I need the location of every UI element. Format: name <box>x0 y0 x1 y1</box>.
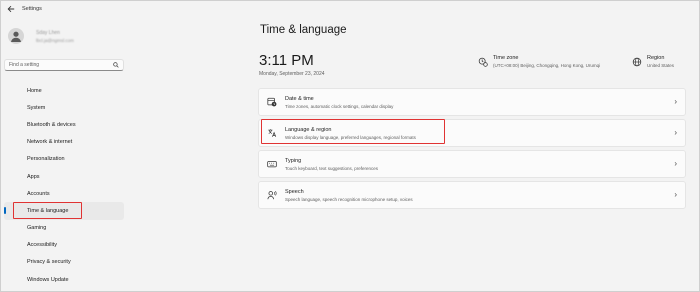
card-description: Speech language, speech recognition micr… <box>285 196 413 202</box>
nav-list: Home System Bluetooth & devices Network … <box>0 82 130 288</box>
back-button[interactable] <box>4 2 18 16</box>
sidebar-item-windows-update[interactable]: Windows Update <box>4 271 124 288</box>
user-profile[interactable]: Sday Lhen lbcl.ja@ngmsl.com <box>8 28 74 44</box>
window-title: Settings <box>22 6 42 12</box>
search-placeholder: Find a setting <box>9 62 40 68</box>
sidebar: Sday Lhen lbcl.ja@ngmsl.com Find a setti… <box>0 22 130 292</box>
card-typing[interactable]: Typing Touch keyboard, text suggestions,… <box>258 150 686 178</box>
sidebar-item-label: Home <box>27 87 42 94</box>
sidebar-item-label: Network & internet <box>27 139 73 146</box>
sidebar-item-home[interactable]: Home <box>4 82 124 99</box>
globe-icon <box>632 57 642 67</box>
card-speech[interactable]: Speech Speech language, speech recogniti… <box>258 181 686 209</box>
card-description: Touch keyboard, text suggestions, prefer… <box>285 165 379 171</box>
region-value: United States <box>647 63 675 68</box>
current-date: Monday, September 23, 2024 <box>259 71 325 77</box>
chevron-right-icon: › <box>674 159 677 168</box>
sidebar-item-gaming[interactable]: Gaming <box>4 220 124 237</box>
back-arrow-icon <box>7 5 15 13</box>
person-icon <box>11 31 21 42</box>
sidebar-item-system[interactable]: System <box>4 99 124 116</box>
clock-icon <box>267 97 277 107</box>
sidebar-item-label: Privacy & security <box>27 259 71 266</box>
chevron-right-icon: › <box>674 128 677 137</box>
card-title: Speech <box>285 188 304 195</box>
time-zone-icon <box>478 57 488 67</box>
time-zone-info: Time zone (UTC+08:00) Beijing, Chongqing… <box>478 55 600 68</box>
current-time: 3:11 PM <box>259 52 314 69</box>
sidebar-item-bluetooth-devices[interactable]: Bluetooth & devices <box>4 116 124 133</box>
chevron-right-icon: › <box>674 190 677 199</box>
sidebar-item-label: Windows Update <box>27 276 69 283</box>
user-email: lbcl.ja@ngmsl.com <box>36 37 74 43</box>
sidebar-item-label: Accessibility <box>27 242 57 249</box>
card-title: Typing <box>285 157 302 164</box>
sidebar-item-personalization[interactable]: Personalization <box>4 151 124 168</box>
highlight-box-nav <box>13 202 82 219</box>
highlight-box-card <box>261 119 445 144</box>
title-bar: Settings <box>0 0 700 18</box>
speech-icon <box>267 190 277 200</box>
sidebar-item-label: Personalization <box>27 156 65 163</box>
card-title: Date & time <box>285 95 314 102</box>
card-description: Time zones, automatic clock settings, ca… <box>285 103 394 109</box>
region-label: Region <box>647 55 665 61</box>
region-info: Region United States <box>632 55 674 68</box>
sidebar-item-accessibility[interactable]: Accessibility <box>4 237 124 254</box>
sidebar-item-label: Accounts <box>27 190 50 197</box>
sidebar-item-apps[interactable]: Apps <box>4 168 124 185</box>
search-icon <box>113 62 119 68</box>
time-zone-value: (UTC+08:00) Beijing, Chongqing, Hong Kon… <box>493 63 601 68</box>
avatar <box>8 28 24 44</box>
sidebar-item-label: System <box>27 104 46 111</box>
search-input[interactable]: Find a setting <box>4 59 124 71</box>
page-title: Time & language <box>260 24 347 36</box>
sidebar-item-label: Gaming <box>27 225 47 232</box>
settings-cards: Date & time Time zones, automatic clock … <box>258 88 686 212</box>
user-name: Sday Lhen <box>36 29 60 36</box>
sidebar-item-accounts[interactable]: Accounts <box>4 185 124 202</box>
sidebar-item-privacy-security[interactable]: Privacy & security <box>4 254 124 271</box>
time-zone-label: Time zone <box>493 55 519 61</box>
keyboard-icon <box>267 159 277 169</box>
sidebar-item-label: Apps <box>27 173 40 180</box>
sidebar-item-network-internet[interactable]: Network & internet <box>4 134 124 151</box>
chevron-right-icon: › <box>674 97 677 106</box>
sidebar-item-label: Bluetooth & devices <box>27 121 76 128</box>
card-date-time[interactable]: Date & time Time zones, automatic clock … <box>258 88 686 116</box>
